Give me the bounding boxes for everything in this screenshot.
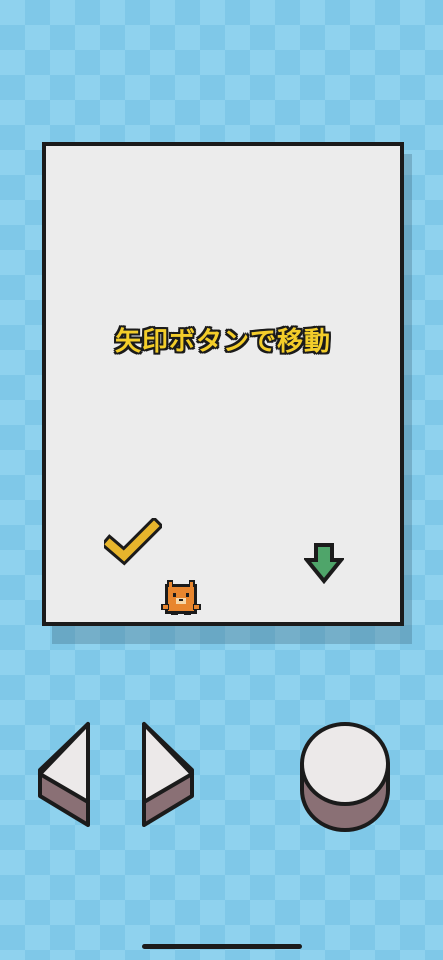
- circle-button-icon: [300, 722, 390, 832]
- home-indicator[interactable]: [142, 944, 302, 949]
- right-triangle-icon: [142, 722, 194, 827]
- left-triangle-icon: [38, 722, 90, 827]
- hint-text: 矢印ボタンで移動: [114, 327, 331, 357]
- checkmark-icon: [104, 518, 162, 566]
- game-screen: 矢印ボタンで移動: [42, 142, 404, 626]
- action-button[interactable]: [298, 718, 392, 836]
- down-arrow-icon: [304, 543, 344, 584]
- fox-character-icon: [161, 580, 201, 615]
- left-button[interactable]: [36, 718, 94, 833]
- right-button[interactable]: [138, 718, 196, 833]
